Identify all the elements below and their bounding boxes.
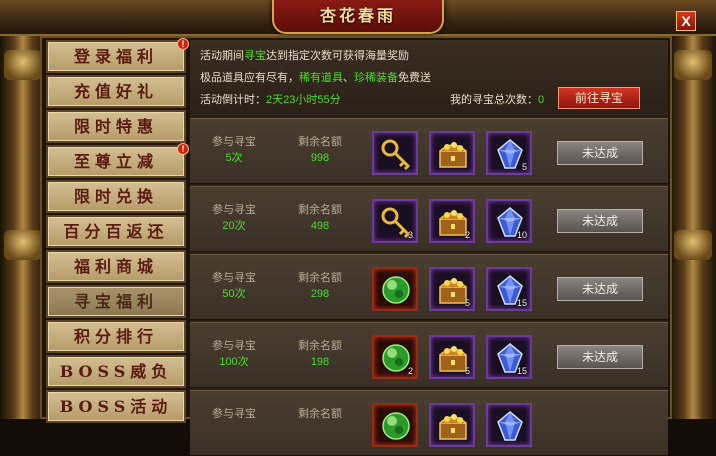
reward-item-slot[interactable]	[372, 267, 418, 311]
alert-badge-icon: !	[177, 38, 189, 50]
sidebar-item-label: 充值好礼	[73, 82, 158, 101]
item-quantity: 2	[407, 366, 413, 376]
sidebar-item-label: 积分排行	[73, 327, 158, 346]
claim-status-button[interactable]: 未达成	[557, 277, 643, 301]
sidebar-item[interactable]: 积分排行	[46, 320, 186, 353]
reward-item-slot[interactable]: 3	[372, 199, 418, 243]
claim-status-button[interactable]: 未达成	[557, 345, 643, 369]
event-info: 活动期间寻宝达到指定次数可获得海量奖励 极品道具应有尽有，稀有道具、珍稀装备免费…	[190, 40, 668, 116]
sidebar-item-label: 寻宝福利	[73, 292, 158, 311]
reward-row: 参与寻宝 20次 剩余名额 498 3 2 10 未达成	[190, 186, 668, 252]
claim-status-button[interactable]: 未达成	[557, 141, 643, 165]
sidebar-item[interactable]: 限时兑换	[46, 180, 186, 213]
remaining-cell: 剩余名额	[298, 408, 342, 420]
sidebar-item-label: BOSS威负	[59, 362, 173, 381]
go-treasure-button[interactable]: 前往寻宝	[558, 87, 640, 109]
reward-item-slot[interactable]: 15	[486, 335, 532, 379]
requirement-cell: 参与寻宝 5次	[212, 136, 256, 164]
sidebar-item[interactable]: 登录福利!	[46, 38, 189, 73]
reward-row: 参与寻宝 100次 剩余名额 198 2 5 15 未达成	[190, 322, 668, 388]
countdown: 活动倒计时：2天23小时55分	[200, 94, 341, 106]
window-title: 杏花春雨	[319, 6, 396, 25]
sidebar-item-label: BOSS活动	[59, 397, 173, 416]
item-quantity: 10	[516, 230, 527, 240]
reward-item-slot[interactable]	[429, 403, 475, 447]
sidebar-item[interactable]: 百分百返还	[46, 215, 186, 248]
remaining-cell: 剩余名额 498	[298, 204, 342, 232]
sidebar-item-label: 百分百返还	[63, 222, 169, 241]
requirement-cell: 参与寻宝	[212, 408, 256, 420]
reward-item-slot[interactable]: 15	[486, 267, 532, 311]
requirement-cell: 参与寻宝 20次	[212, 204, 256, 232]
reward-row: 参与寻宝 剩余名额	[190, 390, 668, 456]
total-count: 我的寻宝总次数：0	[450, 94, 545, 106]
sidebar-item[interactable]: 寻宝福利	[46, 285, 186, 318]
sidebar-item-label: 限时特惠	[73, 117, 158, 136]
reward-item-slot[interactable]: 2	[372, 335, 418, 379]
reward-item-slot[interactable]	[429, 131, 475, 175]
reward-item-slot[interactable]: 2	[429, 199, 475, 243]
sidebar-item-label: 福利商城	[73, 257, 158, 276]
close-button[interactable]: X	[676, 11, 696, 31]
item-quantity: 5	[464, 366, 470, 376]
info-line-2: 极品道具应有尽有，稀有道具、珍稀装备免费送	[200, 72, 431, 84]
title-plate: 杏花春雨	[272, 0, 444, 34]
sidebar-item-label: 至尊立减	[73, 152, 158, 171]
requirement-cell: 参与寻宝 100次	[212, 340, 256, 368]
remaining-cell: 剩余名额 198	[298, 340, 342, 368]
reward-row: 参与寻宝 50次 剩余名额 298 5 15 未达成	[190, 254, 668, 320]
content-panel: 活动期间寻宝达到指定次数可获得海量奖励 极品道具应有尽有，稀有道具、珍稀装备免费…	[190, 40, 668, 456]
sidebar-item[interactable]: BOSS威负	[46, 355, 186, 388]
reward-row: 参与寻宝 5次 剩余名额 998 5 未达成	[190, 118, 668, 184]
right-dragon-pillar	[670, 0, 716, 419]
item-quantity: 2	[464, 230, 470, 240]
reward-item-slot[interactable]: 5	[429, 267, 475, 311]
item-quantity: 5	[464, 298, 470, 308]
requirement-cell: 参与寻宝 50次	[212, 272, 256, 300]
sidebar-item[interactable]: 限时特惠	[46, 110, 186, 143]
sidebar-item[interactable]: BOSS活动	[46, 390, 186, 423]
item-quantity: 3	[407, 230, 413, 240]
remaining-cell: 剩余名额 298	[298, 272, 342, 300]
sidebar: 登录福利! 充值好礼限时特惠至尊立减! 限时兑换百分百返还福利商城寻宝福利积分排行 B…	[46, 38, 189, 423]
reward-item-slot[interactable]: 5	[429, 335, 475, 379]
alert-badge-icon: !	[177, 143, 189, 155]
info-line-1: 活动期间寻宝达到指定次数可获得海量奖励	[200, 50, 409, 62]
sidebar-item[interactable]: 福利商城	[46, 250, 186, 283]
reward-item-slot[interactable]	[372, 131, 418, 175]
sidebar-item[interactable]: 至尊立减!	[46, 143, 189, 178]
sidebar-item-label: 限时兑换	[73, 187, 158, 206]
reward-item-slot[interactable]	[486, 403, 532, 447]
reward-item-slot[interactable]: 5	[486, 131, 532, 175]
item-quantity: 15	[516, 298, 527, 308]
reward-item-slot[interactable]: 10	[486, 199, 532, 243]
item-quantity: 5	[521, 162, 527, 172]
reward-item-slot[interactable]	[372, 403, 418, 447]
sidebar-item[interactable]: 充值好礼	[46, 75, 186, 108]
sidebar-item-label: 登录福利	[73, 47, 158, 66]
item-quantity: 15	[516, 366, 527, 376]
claim-status-button[interactable]: 未达成	[557, 209, 643, 233]
remaining-cell: 剩余名额 998	[298, 136, 342, 164]
